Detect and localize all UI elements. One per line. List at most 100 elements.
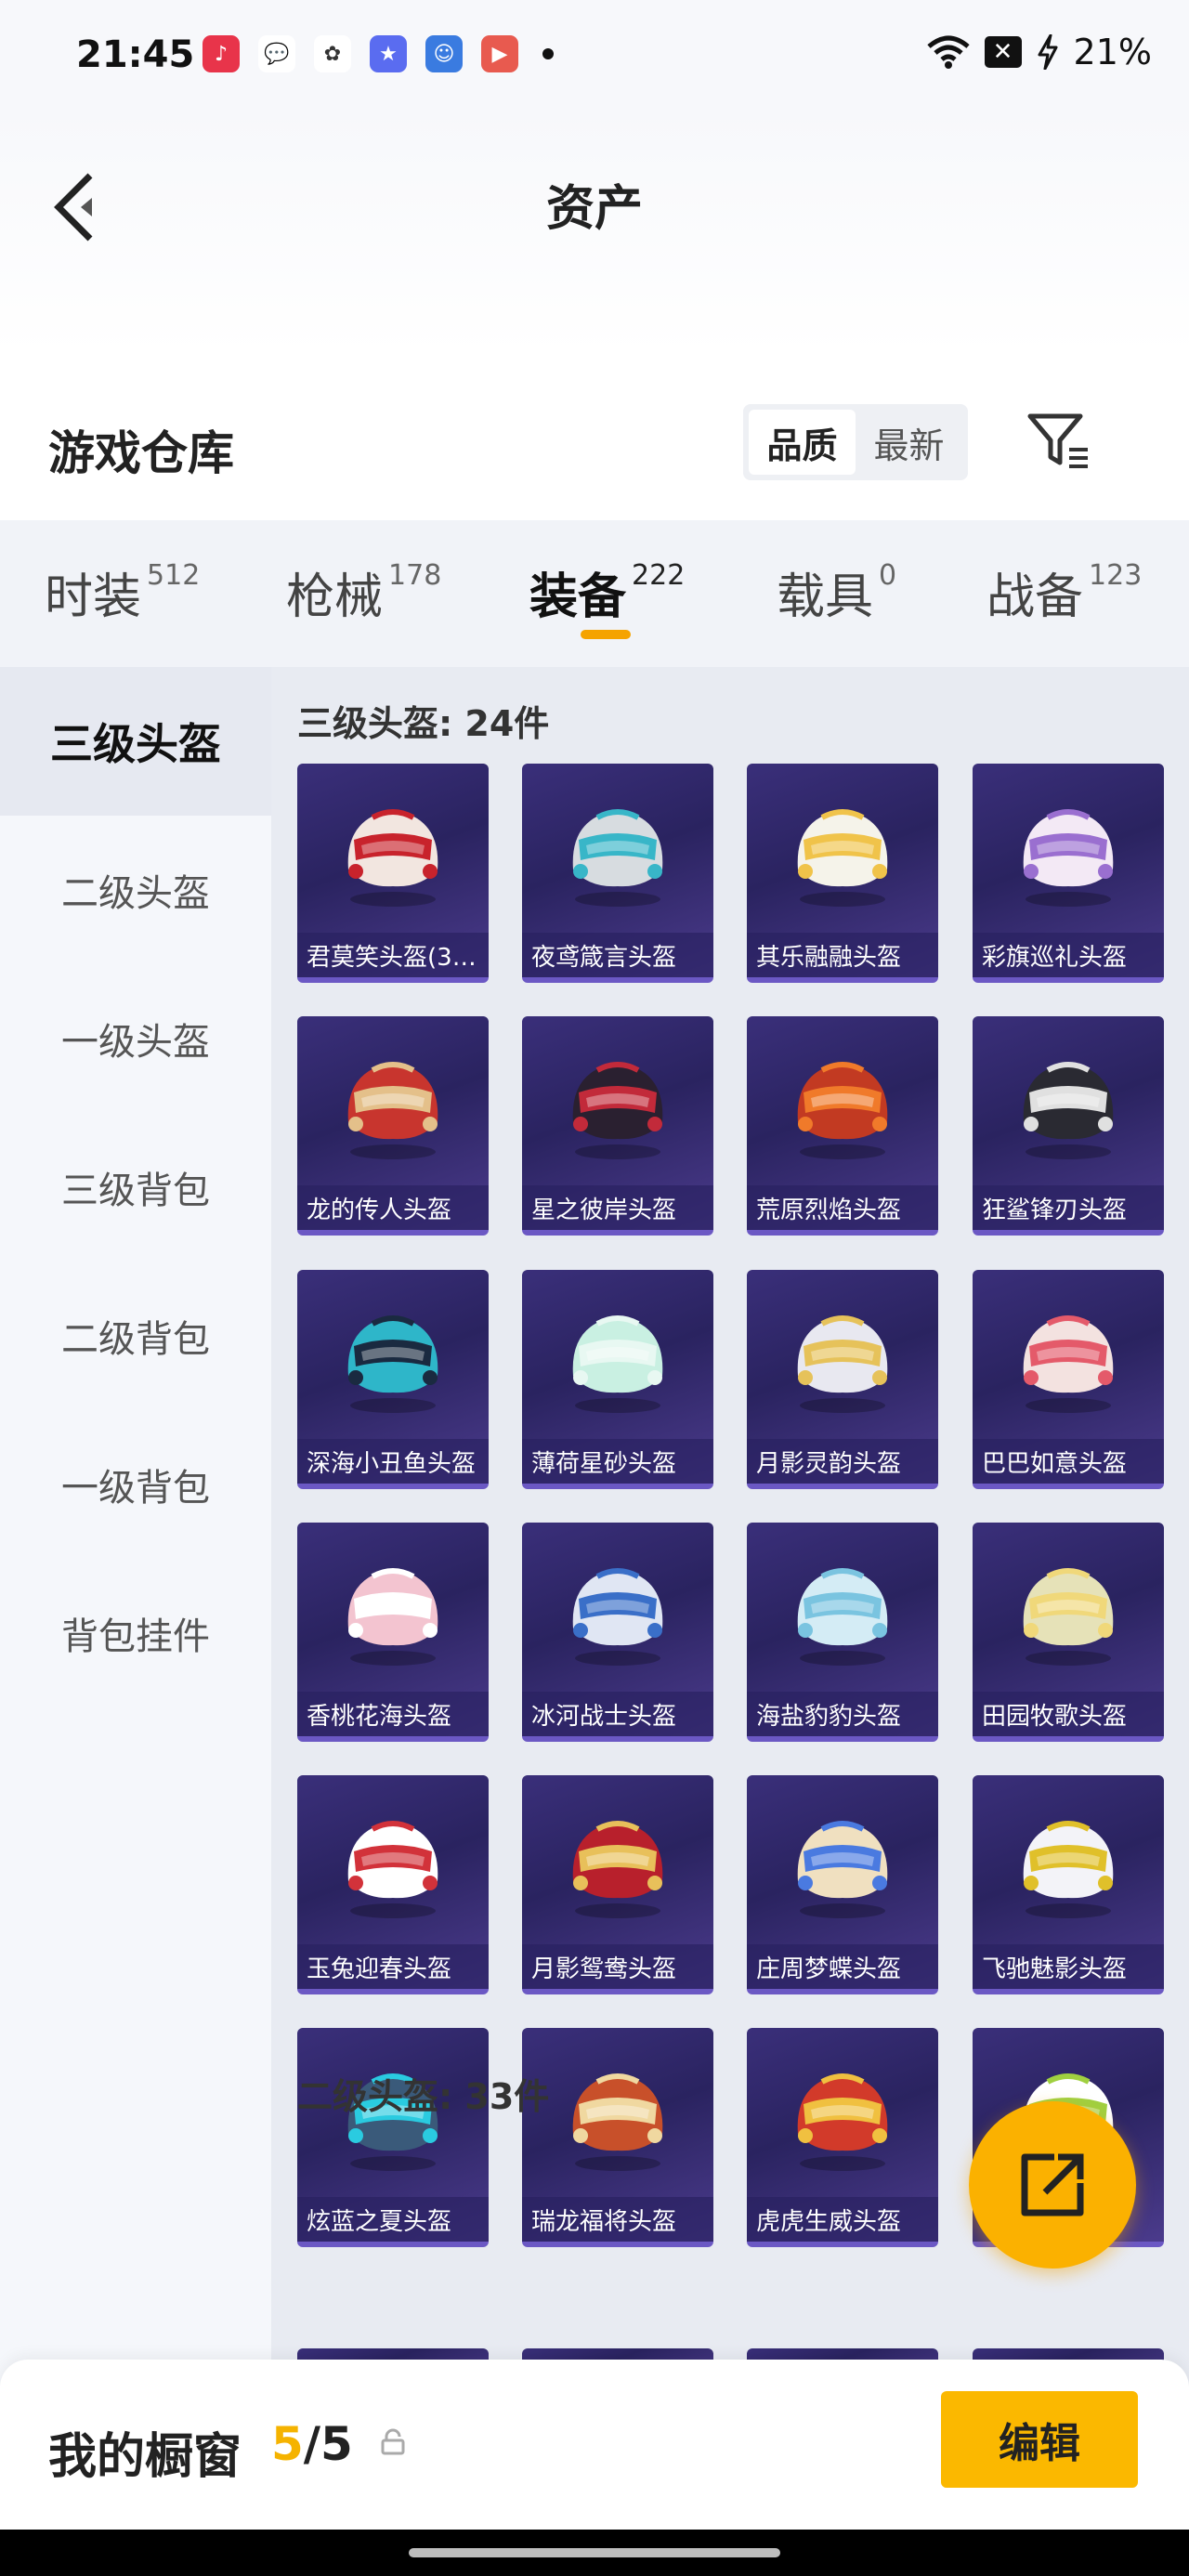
- item-card[interactable]: 星之彼岸头盔: [522, 1016, 713, 1236]
- item-name-text: 玉兔迎春头盔: [307, 1955, 452, 1983]
- item-card[interactable]: 海盐豹豹头盔: [747, 1523, 938, 1742]
- item-card[interactable]: 薄荷星砂头盔: [522, 1270, 713, 1489]
- showcase-count: 5/5: [271, 2417, 353, 2471]
- edit-button[interactable]: 编辑: [941, 2391, 1138, 2488]
- item-name: 夜鸢箴言头盔: [522, 933, 713, 977]
- helmet-image: [1003, 1042, 1133, 1163]
- tab-count: 512: [147, 559, 201, 592]
- side-menu-item[interactable]: 三级背包: [0, 1113, 271, 1262]
- item-name-text: 田园牧歌头盔: [982, 1702, 1128, 1731]
- warehouse-header: 游戏仓库 品质 最新: [0, 353, 1189, 520]
- helmet-image: [777, 2054, 908, 2175]
- item-card[interactable]: 荒原烈焰头盔: [747, 1016, 938, 1236]
- item-card[interactable]: 庄周梦蝶头盔: [747, 1775, 938, 1994]
- side-menu-item[interactable]: 一级背包: [0, 1410, 271, 1559]
- item-card[interactable]: 玉兔迎春头盔: [297, 1775, 489, 1994]
- tab-1[interactable]: 时装 512: [45, 557, 200, 627]
- side-menu-item[interactable]: 一级头盔: [0, 964, 271, 1113]
- item-card[interactable]: 巴巴如意头盔: [973, 1270, 1164, 1489]
- page-title: 资产: [545, 181, 643, 237]
- item-card[interactable]: 月影鸳鸯头盔: [522, 1775, 713, 1994]
- item-name-text: 巴巴如意头盔: [982, 1449, 1128, 1478]
- music-app-icon: ♪: [203, 35, 240, 72]
- showcase-total: /5: [303, 2417, 353, 2471]
- home-indicator[interactable]: [409, 2548, 780, 2557]
- item-name: 香桃花海头盔: [297, 1692, 489, 1736]
- item-card[interactable]: 狂鲨锋刃头盔: [973, 1016, 1164, 1236]
- item-name: 月影灵韵头盔: [747, 1439, 938, 1484]
- active-tab-indicator: [581, 630, 631, 639]
- item-name: 炫蓝之夏头盔: [297, 2197, 489, 2242]
- item-name: 星之彼岸头盔: [522, 1185, 713, 1230]
- tab-label: 枪械: [286, 569, 384, 625]
- share-button[interactable]: [969, 2101, 1136, 2269]
- photos-app-icon: ✿: [314, 35, 351, 72]
- item-name: 海盐豹豹头盔: [747, 1692, 938, 1736]
- tab-count: 178: [388, 559, 442, 592]
- item-card[interactable]: 瑞龙福将头盔: [522, 2028, 713, 2247]
- item-name-text: 冰河战士头盔: [531, 1702, 677, 1731]
- item-card[interactable]: 虎虎生威头盔: [747, 2028, 938, 2247]
- sort-by-latest[interactable]: 最新: [856, 410, 962, 475]
- status-indicators: ✕ 21%: [926, 32, 1152, 72]
- back-arrow-icon: [54, 173, 93, 242]
- no-sim-icon: ✕: [984, 36, 1022, 68]
- side-menu-item[interactable]: 二级头盔: [0, 816, 271, 964]
- item-card[interactable]: 炫蓝之夏头盔: [297, 2028, 489, 2247]
- title-bar: 资产: [0, 111, 1189, 353]
- item-name-text: 深海小丑鱼头盔: [307, 1449, 477, 1478]
- item-card[interactable]: 君莫笑头盔(3级): [297, 764, 489, 983]
- item-card[interactable]: 龙的传人头盔: [297, 1016, 489, 1236]
- item-name-text: 月影灵韵头盔: [756, 1449, 902, 1478]
- item-name: 飞驰魅影头盔: [973, 1944, 1164, 1989]
- item-content: 三级头盔: 24件 君莫笑头盔(3级) 夜鸢箴言头盔 其乐融融头盔 彩旗巡礼头盔龙的传人…: [271, 667, 1189, 2576]
- showcase-title: 我的橱窗: [48, 2429, 242, 2485]
- tab-5[interactable]: 战备 123: [986, 557, 1142, 627]
- tab-label: 载具: [777, 569, 874, 625]
- item-card[interactable]: 深海小丑鱼头盔: [297, 1270, 489, 1489]
- helmet-image: [777, 790, 908, 910]
- item-name: 君莫笑头盔(3级): [297, 933, 489, 977]
- wifi-icon: [926, 35, 970, 69]
- status-time: 21:45: [76, 33, 195, 76]
- item-card[interactable]: 夜鸢箴言头盔: [522, 764, 713, 983]
- helmet-image: [328, 1549, 458, 1669]
- item-card[interactable]: 飞驰魅影头盔: [973, 1775, 1164, 1994]
- helmet-image: [777, 1801, 908, 1922]
- side-menu-item[interactable]: 背包挂件: [0, 1559, 271, 1707]
- item-name-text: 庄周梦蝶头盔: [756, 1955, 902, 1983]
- item-card[interactable]: 香桃花海头盔: [297, 1523, 489, 1742]
- tab-label: 时装: [45, 569, 142, 625]
- item-card[interactable]: 冰河战士头盔: [522, 1523, 713, 1742]
- helmet-image: [1003, 1549, 1133, 1669]
- item-card[interactable]: 彩旗巡礼头盔: [973, 764, 1164, 983]
- star-app-icon: ★: [370, 35, 407, 72]
- side-menu-item[interactable]: 二级背包: [0, 1262, 271, 1410]
- item-name: 狂鲨锋刃头盔: [973, 1185, 1164, 1230]
- side-menu-item[interactable]: 三级头盔: [0, 667, 271, 816]
- item-name: 彩旗巡礼头盔: [973, 933, 1164, 977]
- item-name: 巴巴如意头盔: [973, 1439, 1164, 1484]
- back-button[interactable]: [41, 165, 106, 249]
- system-nav-bar: [0, 2530, 1189, 2576]
- showcase-used: 5: [271, 2417, 304, 2471]
- helmet-image: [553, 1042, 683, 1163]
- sort-by-quality[interactable]: 品质: [749, 410, 856, 475]
- item-card[interactable]: 田园牧歌头盔: [973, 1523, 1164, 1742]
- item-name: 庄周梦蝶头盔: [747, 1944, 938, 1989]
- tab-2[interactable]: 枪械 178: [286, 557, 441, 627]
- item-name: 田园牧歌头盔: [973, 1692, 1164, 1736]
- item-name-text: 飞驰魅影头盔: [982, 1955, 1128, 1983]
- item-card[interactable]: 月影灵韵头盔: [747, 1270, 938, 1489]
- tab-3[interactable]: 装备 222: [529, 557, 685, 627]
- wechat-icon: 💬: [258, 35, 295, 72]
- sort-toggle: 品质 最新: [743, 404, 968, 480]
- tab-4[interactable]: 载具 0: [777, 557, 896, 627]
- item-card[interactable]: 其乐融融头盔: [747, 764, 938, 983]
- filter-icon: [1027, 413, 1088, 468]
- section-title: 三级头盔: 24件: [297, 703, 550, 744]
- filter-button[interactable]: [1022, 404, 1096, 478]
- item-name-text: 星之彼岸头盔: [531, 1196, 677, 1224]
- helmet-image: [553, 1296, 683, 1417]
- charging-icon: [1037, 34, 1059, 70]
